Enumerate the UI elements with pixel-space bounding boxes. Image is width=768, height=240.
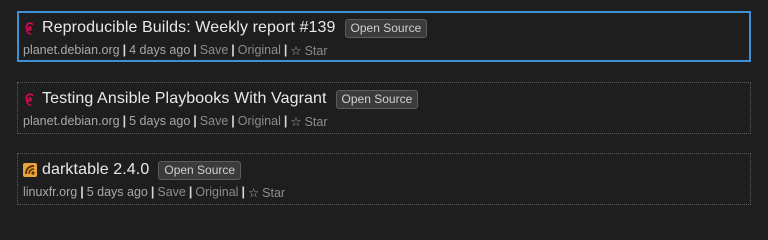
item-age: 4 days ago [129,43,191,57]
debian-swirl-icon [23,92,37,106]
separator: | [122,43,127,57]
separator: | [122,114,127,128]
item-meta: planet.debian.org | 5 days ago | Save | … [23,112,750,130]
item-age: 5 days ago [86,185,148,199]
item-title[interactable]: darktable 2.4.0 [42,161,149,179]
star-button[interactable]: ☆ Star [290,114,327,129]
item-title[interactable]: Testing Ansible Playbooks With Vagrant [42,90,327,108]
debian-swirl-icon [23,21,37,35]
star-label: Star [262,185,286,200]
separator: | [231,114,235,128]
save-link[interactable]: Save [157,185,186,199]
original-link[interactable]: Original [195,185,238,199]
separator: | [283,43,288,57]
star-label: Star [304,43,328,58]
item-meta: linuxfr.org | 5 days ago | Save | Origin… [23,183,750,201]
star-label: Star [304,114,328,129]
separator: | [283,114,288,128]
item-title-row: Testing Ansible Playbooks With Vagrant O… [23,88,750,110]
separator: | [80,185,84,199]
feed-list: Reproducible Builds: Weekly report #139 … [0,0,768,215]
feed-item[interactable]: Reproducible Builds: Weekly report #139 … [17,11,751,62]
feed-item[interactable]: darktable 2.4.0 Open Source linuxfr.org … [17,153,751,205]
item-meta: planet.debian.org | 4 days ago | Save | … [23,41,749,59]
item-title[interactable]: Reproducible Builds: Weekly report #139 [42,19,336,37]
star-button[interactable]: ☆ Star [290,43,327,58]
item-source: planet.debian.org [23,43,120,57]
separator: | [231,43,235,57]
item-source: linuxfr.org [23,185,78,199]
separator: | [188,185,193,199]
star-icon: ☆ [247,185,260,200]
star-button[interactable]: ☆ Star [248,185,285,200]
item-age: 5 days ago [129,114,191,128]
original-link[interactable]: Original [238,114,281,128]
save-link[interactable]: Save [200,43,229,57]
item-title-row: darktable 2.4.0 Open Source [23,159,750,181]
star-icon: ☆ [290,43,302,58]
item-title-row: Reproducible Builds: Weekly report #139 … [23,17,749,39]
original-link[interactable]: Original [238,43,281,57]
feed-item[interactable]: Testing Ansible Playbooks With Vagrant O… [17,82,751,134]
separator: | [193,43,197,57]
separator: | [241,185,245,199]
separator: | [150,185,155,199]
separator: | [193,114,197,128]
item-source: planet.debian.org [23,114,120,128]
star-icon: ☆ [290,114,302,129]
category-tag[interactable]: Open Source [158,160,242,180]
save-link[interactable]: Save [200,114,229,128]
category-tag[interactable]: Open Source [335,89,419,109]
linuxfr-icon [23,163,37,177]
category-tag[interactable]: Open Source [344,18,428,38]
